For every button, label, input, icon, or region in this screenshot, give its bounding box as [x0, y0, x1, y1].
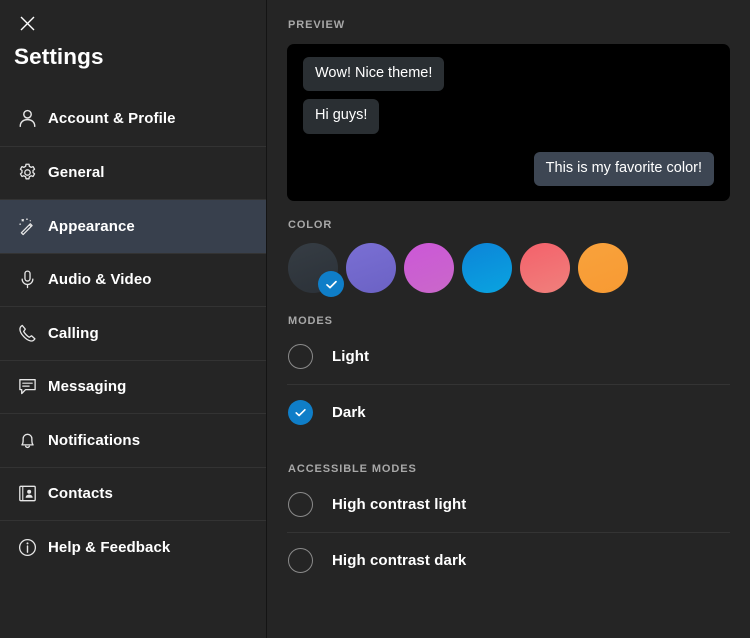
info-circle-icon	[14, 537, 40, 558]
accessible-modes-option-list: High contrast light High contrast dark	[287, 477, 730, 587]
color-swatch-salmon[interactable]	[520, 243, 570, 293]
accessible-modes-section-heading: ACCESSIBLE MODES	[288, 463, 417, 475]
person-icon	[14, 108, 40, 129]
bell-icon	[14, 430, 40, 451]
sidebar-item-contacts[interactable]: Contacts	[0, 466, 266, 521]
appearance-panel: PREVIEW Wow! Nice theme! Hi guys! This i…	[267, 0, 750, 638]
preview-message-outgoing: This is my favorite color!	[533, 151, 714, 187]
accessible-mode-option-label: High contrast dark	[332, 551, 467, 569]
mode-option-label: Dark	[332, 403, 366, 421]
sidebar-item-audio-video[interactable]: Audio & Video	[0, 252, 266, 307]
preview-message-incoming: Wow! Nice theme!	[303, 57, 445, 92]
preview-message-row: Hi guys!	[303, 99, 714, 134]
selected-check-badge	[318, 271, 344, 297]
gear-icon	[14, 162, 40, 183]
color-swatch-azure[interactable]	[462, 243, 512, 293]
mode-option-light[interactable]: Light	[287, 329, 730, 384]
modes-option-list: Light Dark	[287, 329, 730, 439]
sidebar-item-label: Account & Profile	[48, 110, 176, 128]
sidebar-item-label: Help & Feedback	[48, 538, 171, 556]
color-swatch-orange[interactable]	[578, 243, 628, 293]
microphone-icon	[14, 269, 40, 290]
sidebar-item-label: Calling	[48, 324, 99, 342]
preview-message-incoming: Hi guys!	[303, 99, 380, 134]
sidebar-item-label: Messaging	[48, 378, 127, 396]
sidebar-item-account-profile[interactable]: Account & Profile	[0, 92, 266, 146]
settings-window: Settings Account & Profile General Appea…	[0, 0, 750, 638]
check-icon	[324, 277, 339, 292]
page-title: Settings	[14, 44, 104, 69]
mode-option-label: Light	[332, 348, 370, 365]
preview-message-row: This is my favorite color!	[303, 151, 714, 187]
magic-wand-icon	[14, 216, 40, 237]
preview-section-heading: PREVIEW	[288, 19, 346, 31]
sidebar-item-help-feedback[interactable]: Help & Feedback	[0, 520, 266, 574]
sidebar-item-notifications[interactable]: Notifications	[0, 413, 266, 467]
sidebar-item-label: Audio & Video	[48, 271, 152, 289]
accessible-mode-option-high-contrast-light[interactable]: High contrast light	[287, 477, 730, 532]
mode-option-dark[interactable]: Dark	[287, 384, 730, 439]
titlebar	[0, 0, 266, 46]
phone-icon	[14, 323, 40, 344]
sidebar-item-calling[interactable]: Calling	[0, 306, 266, 360]
radio-unselected-icon	[288, 492, 313, 517]
color-swatch-slate[interactable]	[288, 243, 344, 297]
accessible-mode-option-label: High contrast light	[332, 496, 467, 513]
modes-section-heading: MODES	[288, 315, 333, 327]
sidebar-item-label: Appearance	[48, 217, 135, 235]
sidebar-item-label: Contacts	[48, 485, 113, 503]
sidebar-item-label: Notifications	[48, 431, 141, 449]
close-icon	[19, 15, 36, 32]
radio-unselected-icon	[288, 344, 313, 369]
sidebar-item-appearance[interactable]: Appearance	[0, 199, 266, 253]
color-section-heading: COLOR	[288, 219, 333, 231]
sidebar-item-label: General	[48, 164, 105, 182]
preview-message-row: Wow! Nice theme!	[303, 57, 714, 92]
radio-unselected-icon	[288, 547, 313, 573]
theme-preview-box: Wow! Nice theme! Hi guys! This is my fav…	[287, 44, 730, 201]
sidebar-item-messaging[interactable]: Messaging	[0, 359, 266, 414]
chat-bubble-icon	[14, 376, 40, 397]
settings-nav: Account & Profile General Appearance Aud…	[0, 92, 266, 574]
color-swatch-list	[287, 243, 730, 297]
color-swatch-periwinkle[interactable]	[346, 243, 396, 293]
contact-card-icon	[14, 483, 40, 504]
sidebar-item-general[interactable]: General	[0, 145, 266, 200]
accessible-mode-option-high-contrast-dark[interactable]: High contrast dark	[287, 532, 730, 587]
radio-selected-icon	[288, 399, 313, 425]
close-button[interactable]	[12, 8, 42, 38]
color-swatch-orchid[interactable]	[404, 243, 454, 293]
sidebar: Settings Account & Profile General Appea…	[0, 0, 267, 638]
